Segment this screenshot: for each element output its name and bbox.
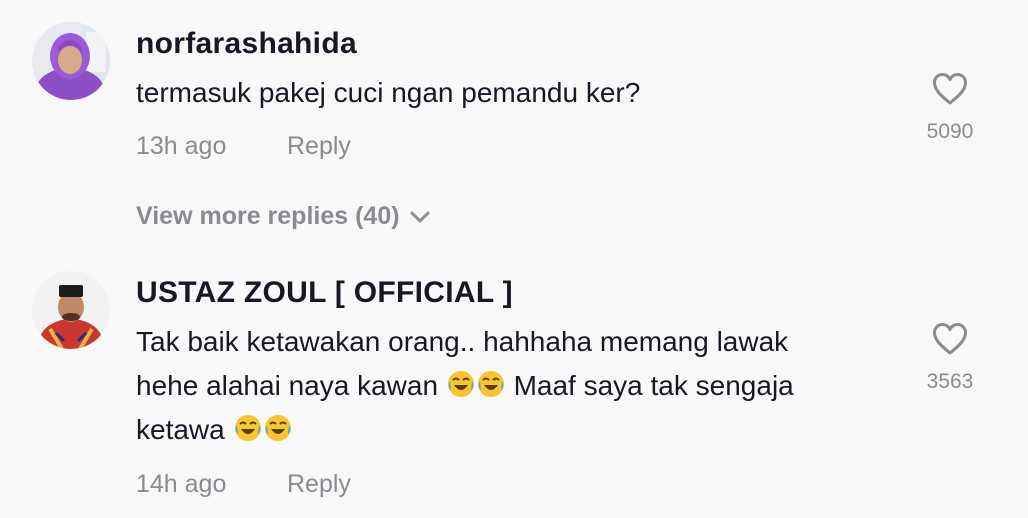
laughing-emoji-icon — [234, 415, 261, 441]
comment-timestamp: 13h ago — [136, 132, 227, 160]
comment-timestamp: 14h ago — [136, 470, 227, 498]
like-count: 5090 — [926, 120, 974, 143]
avatar[interactable] — [32, 271, 110, 349]
comment-text-line: ketawa — [136, 408, 896, 452]
like-count: 3563 — [926, 370, 974, 393]
avatar[interactable] — [32, 22, 110, 100]
comment-text-line: Tak baik ketawakan orang.. hahhaha meman… — [136, 326, 789, 357]
comment-text-line: hehe alahai naya kawan Maaf saya tak sen… — [136, 370, 794, 401]
view-more-replies-label: View more replies (40) — [136, 202, 400, 230]
comments-panel: norfarashahida termasuk pakej cuci ngan … — [0, 0, 1028, 518]
chevron-down-icon — [410, 211, 430, 223]
comment-text: termasuk pakej cuci ngan pemandu ker? — [136, 77, 641, 108]
reply-button[interactable]: Reply — [287, 470, 351, 499]
laughing-emoji-icon — [477, 371, 504, 397]
view-more-replies-button[interactable]: View more replies (40) — [136, 202, 430, 231]
comment-username[interactable]: norfarashahida — [136, 27, 357, 61]
laughing-emoji-pair — [446, 370, 506, 401]
comment-username[interactable]: USTAZ ZOUL [ OFFICIAL ] — [136, 276, 513, 310]
laughing-emoji-icon — [264, 415, 291, 441]
like-button[interactable]: 5090 — [910, 72, 990, 144]
laughing-emoji-pair — [233, 414, 293, 445]
laughing-emoji-icon — [447, 371, 474, 397]
reply-button[interactable]: Reply — [287, 132, 351, 161]
comment-text: Tak baik ketawakan orang.. hahhaha meman… — [136, 320, 896, 452]
like-button[interactable]: 3563 — [910, 322, 990, 394]
heart-icon — [933, 323, 967, 355]
heart-icon — [933, 73, 967, 105]
